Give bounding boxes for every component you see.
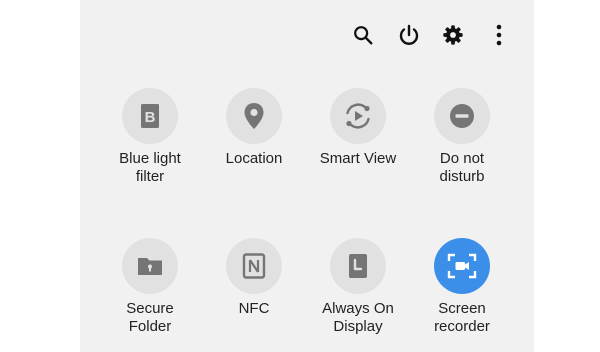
- power-icon: [399, 24, 419, 45]
- screen-recorder-icon: [447, 253, 477, 279]
- tile-screen-recorder[interactable]: Screen recorder: [407, 238, 517, 348]
- tile-icon-circle: B: [122, 88, 178, 144]
- gear-icon: [443, 25, 463, 45]
- tile-label: Smart View: [319, 150, 397, 167]
- quick-settings-toolbar: [80, 20, 534, 50]
- tile-icon-circle: [434, 238, 490, 294]
- tile-label: Screen recorder: [434, 300, 490, 335]
- secure-folder-icon: [138, 258, 162, 275]
- tile-icon-circle: [434, 88, 490, 144]
- more-options-button[interactable]: [484, 20, 514, 50]
- tile-secure-folder[interactable]: Secure Folder: [95, 238, 205, 348]
- tile-location[interactable]: Location: [199, 88, 309, 198]
- tile-label: Location: [225, 150, 283, 167]
- nfc-icon: [242, 253, 266, 279]
- tile-icon-circle: [226, 88, 282, 144]
- tile-nfc[interactable]: NFC: [199, 238, 309, 348]
- tile-label: Blue light filter: [119, 150, 181, 185]
- do-not-disturb-icon: [450, 104, 474, 128]
- tile-do-not-disturb[interactable]: Do not disturb: [407, 88, 517, 198]
- smart-view-icon: [346, 103, 370, 129]
- tile-smart-view[interactable]: Smart View: [303, 88, 413, 198]
- tile-blue-light-filter[interactable]: B Blue light filter: [95, 88, 205, 198]
- tile-always-on-display[interactable]: Always On Display: [303, 238, 413, 348]
- svg-text:B: B: [145, 109, 156, 126]
- blue-light-filter-icon: B: [141, 104, 159, 128]
- always-on-display-icon: [349, 254, 367, 278]
- tile-icon-circle: [122, 238, 178, 294]
- search-icon: [354, 26, 373, 45]
- tile-icon-circle: [330, 238, 386, 294]
- tile-label: Always On Display: [322, 300, 394, 335]
- quick-settings-panel: B Blue light filter Location Smart View: [80, 0, 534, 352]
- search-button[interactable]: [348, 20, 378, 50]
- location-pin-icon: [244, 103, 264, 129]
- tile-label: NFC: [238, 300, 270, 317]
- power-button[interactable]: [394, 20, 424, 50]
- tile-label: Secure Folder: [126, 300, 174, 335]
- tile-icon-circle: [226, 238, 282, 294]
- tile-label: Do not disturb: [439, 150, 485, 185]
- tile-icon-circle: [330, 88, 386, 144]
- settings-button[interactable]: [438, 20, 468, 50]
- more-vertical-icon: [496, 24, 502, 46]
